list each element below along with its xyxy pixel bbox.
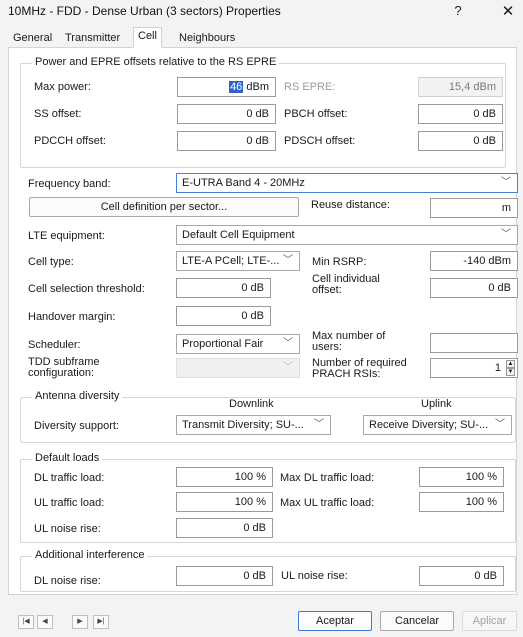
prach-rsis-value: 1 — [494, 362, 501, 374]
tdd-subframe-select[interactable]: ﹀ — [176, 358, 300, 378]
uplink-diversity-value: Receive Diversity; SU-... — [369, 419, 489, 431]
help-button[interactable]: ? — [450, 3, 466, 18]
max-users-label: Max number of users: — [312, 330, 386, 353]
lte-equipment-select[interactable]: Default Cell Equipment ﹀ — [176, 225, 518, 245]
dl-noise-rise-field[interactable]: 0 dB — [176, 566, 273, 586]
lte-equipment-value: Default Cell Equipment — [182, 229, 295, 241]
cell-type-label: Cell type: — [28, 256, 74, 268]
interference-title: Additional interference — [32, 549, 148, 561]
downlink-diversity-value: Transmit Diversity; SU-... — [182, 419, 304, 431]
lte-equipment-label: LTE equipment: — [28, 230, 105, 242]
min-rsrp-label: Min RSRP: — [312, 256, 367, 268]
close-button[interactable]: ✕ — [500, 2, 516, 20]
frequency-band-label: Frequency band: — [28, 178, 111, 190]
ul-noise-rise-field[interactable]: 0 dB — [176, 518, 273, 538]
last-record-button[interactable]: ▶| — [93, 615, 109, 629]
uplink-diversity-select[interactable]: Receive Diversity; SU-... ﹀ — [363, 415, 512, 435]
tdd-subframe-label: TDD subframe configuration: — [28, 356, 100, 379]
dl-traffic-load-label: DL traffic load: — [34, 472, 105, 484]
prach-rsis-field[interactable]: 1 ▲ ▼ — [430, 358, 518, 378]
max-power-value: 46 — [229, 81, 244, 93]
ul-traffic-load-label: UL traffic load: — [34, 497, 105, 509]
spin-down-icon[interactable]: ▼ — [506, 368, 515, 376]
cell-type-select[interactable]: LTE-A PCell; LTE-... ﹀ — [176, 251, 300, 271]
default-loads-title: Default loads — [32, 452, 103, 464]
max-users-field[interactable] — [430, 333, 518, 353]
cell-selection-threshold-field[interactable]: 0 dB — [176, 278, 271, 298]
tab-general[interactable]: General — [8, 29, 57, 47]
prach-rsis-label: Number of required PRACH RSIs: — [312, 357, 407, 380]
cell-individual-offset-field[interactable]: 0 dB — [430, 278, 518, 298]
scheduler-value: Proportional Fair — [182, 338, 264, 350]
window-title: 10MHz - FDD - Dense Urban (3 sectors) Pr… — [8, 4, 281, 18]
cancel-button[interactable]: Cancelar — [380, 611, 454, 631]
downlink-header: Downlink — [229, 398, 274, 410]
ul-traffic-load-field[interactable]: 100 % — [176, 492, 273, 512]
spin-up-icon[interactable]: ▲ — [506, 360, 515, 368]
cell-selection-threshold-label: Cell selection threshold: — [28, 283, 145, 295]
min-rsrp-field[interactable]: -140 dBm — [430, 251, 518, 271]
previous-record-button[interactable]: ◀ — [37, 615, 53, 629]
pbch-offset-field[interactable]: 0 dB — [418, 104, 503, 124]
first-record-button[interactable]: |◀ — [18, 615, 34, 629]
scheduler-label: Scheduler: — [28, 339, 81, 351]
interference-ul-noise-label: UL noise rise: — [281, 570, 348, 582]
accept-button[interactable]: Aceptar — [298, 611, 372, 631]
pdcch-offset-field[interactable]: 0 dB — [177, 131, 276, 151]
power-group-title: Power and EPRE offsets relative to the R… — [32, 56, 280, 68]
tab-transmitter[interactable]: Transmitter — [60, 29, 125, 47]
max-dl-traffic-label: Max DL traffic load: — [280, 472, 375, 484]
uplink-header: Uplink — [421, 398, 452, 410]
interference-ul-noise-field[interactable]: 0 dB — [419, 566, 504, 586]
chevron-down-icon: ﹀ — [283, 255, 293, 266]
max-dl-traffic-field[interactable]: 100 % — [419, 467, 504, 487]
rs-epre-field: 15,4 dBm — [418, 77, 503, 97]
handover-margin-label: Handover margin: — [28, 311, 116, 323]
diversity-support-label: Diversity support: — [34, 420, 119, 432]
chevron-down-icon: ﹀ — [283, 362, 293, 373]
antenna-diversity-title: Antenna diversity — [32, 390, 123, 402]
max-ul-traffic-label: Max UL traffic load: — [280, 497, 375, 509]
max-power-unit: dBm — [246, 81, 269, 93]
pdsch-offset-field[interactable]: 0 dB — [418, 131, 503, 151]
prach-spinner[interactable]: ▲ ▼ — [506, 360, 515, 376]
max-power-label: Max power: — [34, 81, 91, 93]
reuse-distance-label: Reuse distance: — [311, 199, 390, 211]
pbch-offset-label: PBCH offset: — [284, 108, 348, 120]
dl-traffic-load-field[interactable]: 100 % — [176, 467, 273, 487]
tab-neighbours[interactable]: Neighbours — [174, 29, 240, 47]
cell-individual-offset-label: Cell individual offset: — [312, 273, 380, 296]
tab-cell[interactable]: Cell — [133, 27, 162, 48]
chevron-down-icon: ﹀ — [495, 419, 505, 430]
pdsch-offset-label: PDSCH offset: — [284, 135, 356, 147]
pdcch-offset-label: PDCCH offset: — [34, 135, 106, 147]
cell-type-value: LTE-A PCell; LTE-... — [182, 255, 280, 267]
dl-noise-rise-label: DL noise rise: — [34, 575, 101, 587]
rs-epre-label: RS EPRE: — [284, 81, 336, 93]
downlink-diversity-select[interactable]: Transmit Diversity; SU-... ﹀ — [176, 415, 331, 435]
frequency-band-value: E-UTRA Band 4 - 20MHz — [182, 177, 305, 189]
scheduler-select[interactable]: Proportional Fair ﹀ — [176, 334, 300, 354]
chevron-down-icon: ﹀ — [283, 338, 293, 349]
next-record-button[interactable]: ▶ — [72, 615, 88, 629]
title-bar: 10MHz - FDD - Dense Urban (3 sectors) Pr… — [0, 0, 523, 22]
frequency-band-select[interactable]: E-UTRA Band 4 - 20MHz ﹀ — [176, 173, 518, 193]
chevron-down-icon: ﹀ — [501, 177, 511, 188]
handover-margin-field[interactable]: 0 dB — [176, 306, 271, 326]
ul-noise-rise-label: UL noise rise: — [34, 523, 101, 535]
ss-offset-label: SS offset: — [34, 108, 82, 120]
reuse-distance-field[interactable]: m — [430, 198, 518, 218]
chevron-down-icon: ﹀ — [314, 419, 324, 430]
ss-offset-field[interactable]: 0 dB — [177, 104, 276, 124]
apply-button[interactable]: Aplicar — [462, 611, 517, 631]
chevron-down-icon: ﹀ — [501, 229, 511, 240]
max-ul-traffic-field[interactable]: 100 % — [419, 492, 504, 512]
max-power-field[interactable]: 46 dBm — [177, 77, 276, 97]
cell-definition-button[interactable]: Cell definition per sector... — [29, 197, 299, 217]
